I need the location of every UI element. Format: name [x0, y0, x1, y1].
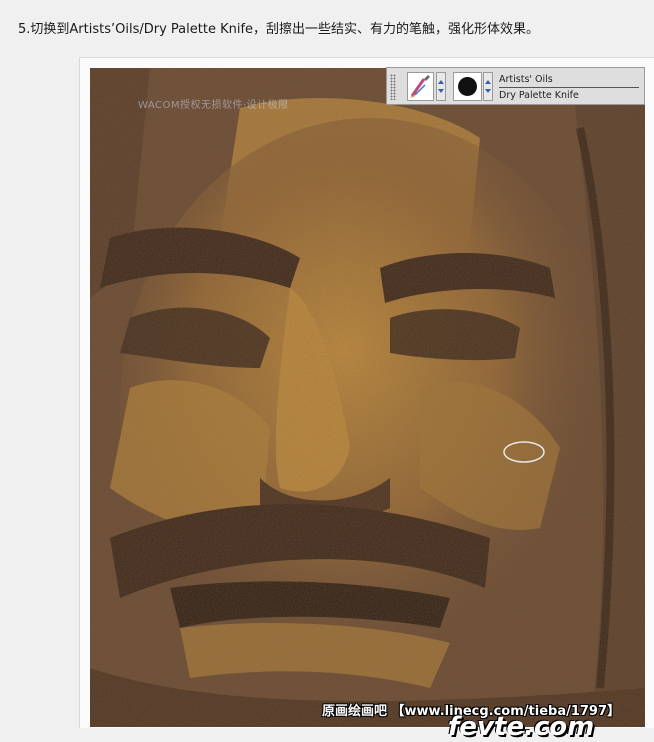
watermark-text: WACOM授权无损软件·设计极限	[138, 100, 289, 111]
brush-selector-bar: Artists' Oils Dry Palette Knife	[386, 67, 645, 105]
arrow-up-icon	[485, 80, 491, 84]
brush-category-button[interactable]	[407, 72, 434, 101]
brush-category-dropdown[interactable]	[436, 72, 446, 101]
site-logo-text: fevte.com	[448, 712, 595, 742]
arrow-up-icon	[438, 80, 444, 84]
painting-canvas[interactable]: WACOM授权无损软件·设计极限	[90, 68, 645, 727]
brush-variant-dot-icon	[458, 77, 477, 96]
brush-names: Artists' Oils Dry Palette Knife	[499, 72, 639, 103]
portrait-painting	[90, 68, 645, 727]
step-caption: 5.切换到Artists’Oils/Dry Palette Knife，刮擦出一…	[18, 22, 540, 37]
grip-handle-icon[interactable]	[390, 74, 396, 100]
brush-variant-label[interactable]: Dry Palette Knife	[499, 88, 639, 103]
arrow-down-icon	[485, 89, 491, 93]
arrow-down-icon	[438, 89, 444, 93]
brush-category-icon	[410, 75, 430, 98]
brush-variant-dropdown[interactable]	[483, 72, 493, 101]
brush-category-label[interactable]: Artists' Oils	[499, 72, 639, 88]
brush-variant-button[interactable]	[453, 72, 482, 101]
